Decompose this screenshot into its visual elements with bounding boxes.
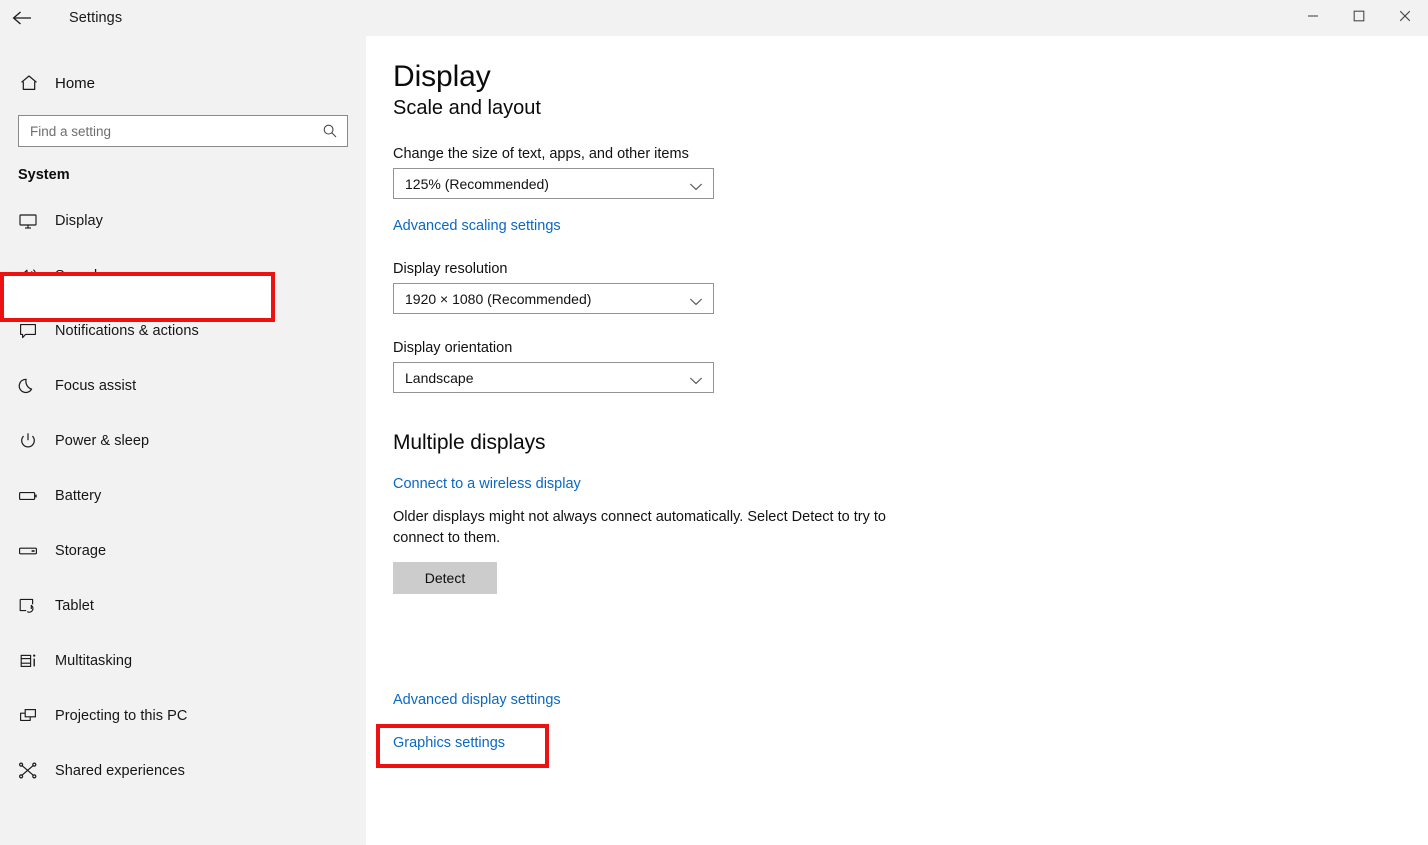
main-content: Display Scale and layout Change the size… bbox=[366, 36, 1428, 845]
sidebar-item-sound-label: Sound bbox=[55, 268, 97, 284]
orientation-label: Display orientation bbox=[393, 340, 1428, 356]
scale-dropdown[interactable]: 125% (Recommended) bbox=[393, 168, 714, 199]
sidebar-item-shared-experiences[interactable]: Shared experiences bbox=[0, 743, 366, 798]
speaker-icon bbox=[18, 266, 46, 286]
sidebar-item-power-sleep-label: Power & sleep bbox=[55, 433, 149, 449]
advanced-display-settings-container: Advanced display settings bbox=[366, 691, 561, 709]
title-bar-left: Settings bbox=[0, 0, 366, 36]
close-button[interactable] bbox=[1382, 0, 1428, 32]
scale-dropdown-value: 125% (Recommended) bbox=[405, 176, 549, 192]
sidebar-item-storage[interactable]: Storage bbox=[0, 523, 366, 578]
chevron-down-icon bbox=[689, 179, 703, 197]
sidebar-item-battery[interactable]: Battery bbox=[0, 468, 366, 523]
maximize-icon bbox=[1353, 10, 1365, 22]
sidebar-item-focus-assist-label: Focus assist bbox=[55, 378, 136, 394]
sidebar-item-shared-experiences-label: Shared experiences bbox=[55, 763, 185, 779]
sidebar-item-tablet-label: Tablet bbox=[55, 598, 94, 614]
sidebar-item-power-sleep[interactable]: Power & sleep bbox=[0, 413, 366, 468]
scale-label: Change the size of text, apps, and other… bbox=[393, 146, 1428, 162]
resolution-dropdown[interactable]: 1920 × 1080 (Recommended) bbox=[393, 283, 714, 314]
sidebar-item-home[interactable]: Home bbox=[0, 63, 366, 103]
maximize-button[interactable] bbox=[1336, 0, 1382, 32]
minimize-button[interactable] bbox=[1290, 0, 1336, 32]
monitor-icon bbox=[18, 211, 46, 231]
multiple-displays-heading: Multiple displays bbox=[393, 431, 1428, 455]
power-icon bbox=[18, 431, 46, 451]
chevron-down-icon bbox=[689, 294, 703, 312]
title-bar: Settings bbox=[0, 0, 1428, 36]
advanced-display-settings-link[interactable]: Advanced display settings bbox=[393, 692, 561, 708]
multitasking-icon bbox=[18, 651, 46, 671]
graphics-settings-container: Graphics settings bbox=[366, 734, 505, 752]
search-container bbox=[18, 115, 348, 147]
battery-icon bbox=[18, 486, 46, 506]
connect-wireless-display-link[interactable]: Connect to a wireless display bbox=[393, 476, 581, 492]
search-input[interactable] bbox=[18, 115, 348, 147]
back-button[interactable] bbox=[0, 1, 46, 35]
sidebar-nav-list: Display Sound bbox=[0, 193, 366, 798]
back-arrow-icon bbox=[12, 10, 34, 26]
sidebar-item-home-label: Home bbox=[55, 75, 95, 92]
moon-icon bbox=[18, 376, 46, 396]
window-controls bbox=[1290, 0, 1428, 32]
resolution-dropdown-value: 1920 × 1080 (Recommended) bbox=[405, 291, 591, 307]
settings-window: Settings bbox=[0, 0, 1428, 845]
sidebar-item-sound[interactable]: Sound bbox=[0, 248, 366, 303]
sidebar-item-display-label: Display bbox=[55, 213, 103, 229]
storage-icon bbox=[18, 541, 46, 561]
sidebar-item-focus-assist[interactable]: Focus assist bbox=[0, 358, 366, 413]
scale-and-layout-heading: Scale and layout bbox=[393, 97, 1428, 120]
tablet-icon bbox=[18, 596, 46, 616]
sidebar-item-multitasking[interactable]: Multitasking bbox=[0, 633, 366, 688]
sidebar-item-display[interactable]: Display bbox=[0, 193, 366, 248]
multiple-displays-description: Older displays might not always connect … bbox=[393, 507, 908, 549]
detect-button[interactable]: Detect bbox=[393, 562, 497, 594]
resolution-label: Display resolution bbox=[393, 261, 1428, 277]
chevron-down-icon bbox=[689, 373, 703, 391]
sidebar-item-multitasking-label: Multitasking bbox=[55, 653, 132, 669]
sidebar-section-title: System bbox=[18, 167, 366, 183]
shared-experiences-icon bbox=[18, 761, 46, 781]
sidebar-item-notifications[interactable]: Notifications & actions bbox=[0, 303, 366, 358]
graphics-settings-link[interactable]: Graphics settings bbox=[393, 735, 505, 751]
orientation-dropdown[interactable]: Landscape bbox=[393, 362, 714, 393]
sidebar: Home System Displ bbox=[0, 36, 366, 845]
sidebar-item-notifications-label: Notifications & actions bbox=[55, 323, 199, 339]
minimize-icon bbox=[1307, 10, 1319, 22]
sidebar-item-storage-label: Storage bbox=[55, 543, 106, 559]
orientation-dropdown-value: Landscape bbox=[405, 370, 474, 386]
close-icon bbox=[1399, 10, 1411, 22]
window-title: Settings bbox=[69, 10, 122, 26]
home-icon bbox=[19, 73, 49, 93]
advanced-scaling-settings-link[interactable]: Advanced scaling settings bbox=[393, 218, 561, 234]
sidebar-item-projecting[interactable]: Projecting to this PC bbox=[0, 688, 366, 743]
projecting-icon bbox=[18, 706, 46, 726]
notification-icon bbox=[18, 321, 46, 341]
sidebar-item-battery-label: Battery bbox=[55, 488, 101, 504]
page-title: Display bbox=[393, 60, 1428, 94]
sidebar-item-tablet[interactable]: Tablet bbox=[0, 578, 366, 633]
sidebar-item-projecting-label: Projecting to this PC bbox=[55, 708, 187, 724]
